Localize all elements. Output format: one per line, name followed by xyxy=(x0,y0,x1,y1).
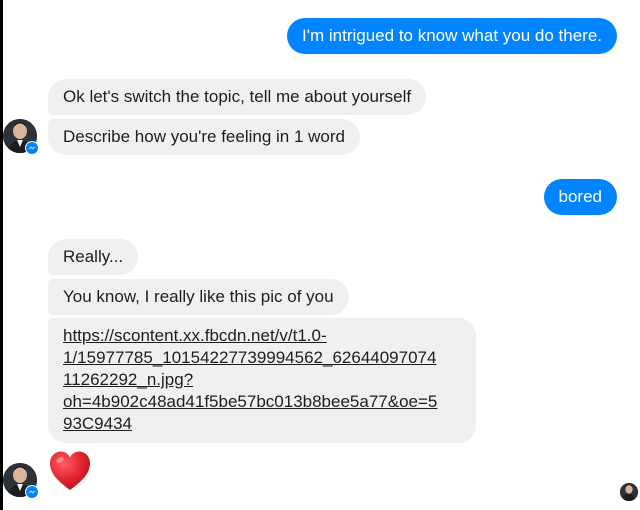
incoming-message[interactable]: Describe how you're feeling in 1 word xyxy=(48,119,361,155)
incoming-link-message[interactable]: https://scontent.xx.fbcdn.net/v/t1.0- 1/… xyxy=(48,318,476,443)
contact-avatar[interactable] xyxy=(3,463,39,499)
messenger-icon xyxy=(25,485,39,499)
heart-icon[interactable] xyxy=(48,450,92,497)
contact-avatar[interactable] xyxy=(3,119,39,155)
image-link[interactable]: https://scontent.xx.fbcdn.net/v/t1.0- 1/… xyxy=(63,326,437,433)
incoming-message[interactable]: You know, I really like this pic of you xyxy=(48,279,349,315)
window-edge xyxy=(0,0,3,510)
chat-window: I'm intrigued to know what you do there.… xyxy=(0,0,640,510)
messenger-icon xyxy=(25,141,39,155)
incoming-message[interactable]: Ok let's switch the topic, tell me about… xyxy=(48,79,427,115)
outgoing-message[interactable]: bored xyxy=(543,179,617,215)
outgoing-message[interactable]: I'm intrigued to know what you do there. xyxy=(287,18,617,54)
incoming-message[interactable]: Really... xyxy=(48,239,139,275)
seen-avatar-icon xyxy=(620,483,638,501)
